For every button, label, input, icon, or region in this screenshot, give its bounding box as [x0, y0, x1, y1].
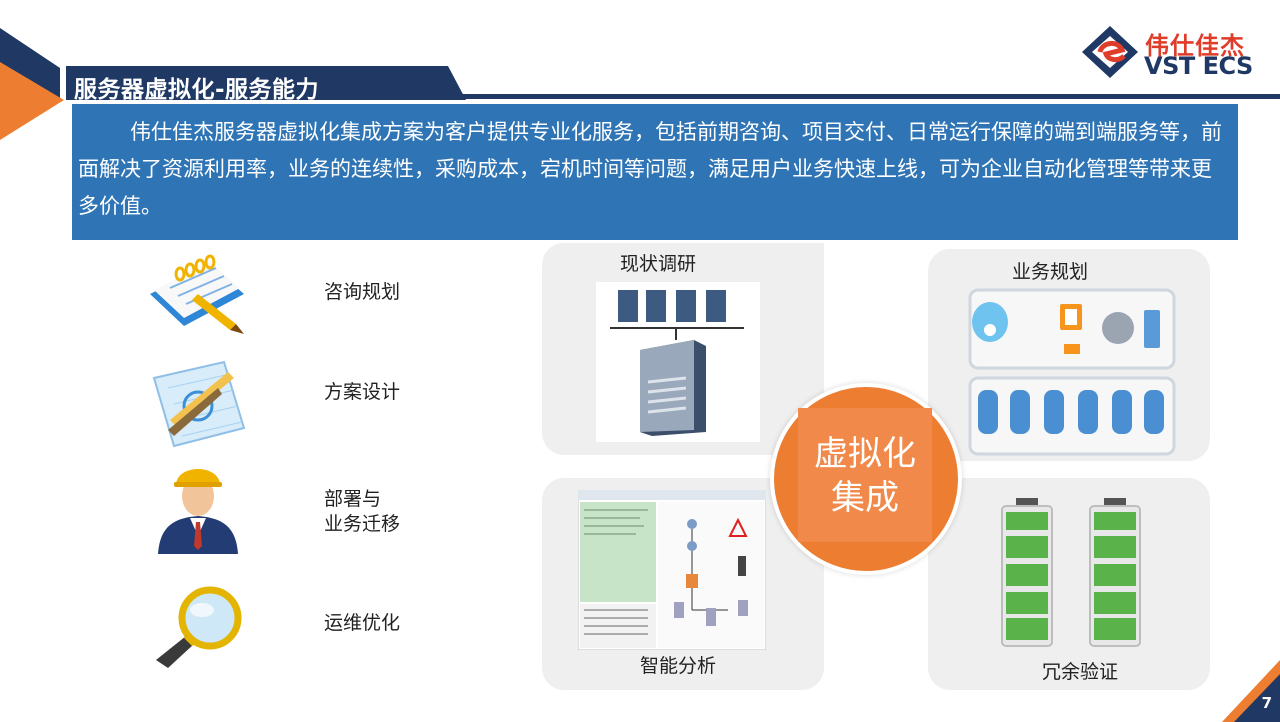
- page-title: 服务器虚拟化-服务能力: [74, 77, 320, 103]
- engineer-icon: [158, 469, 238, 554]
- intro-paragraph: 伟仕佳杰服务器虚拟化集成方案为客户提供专业化服务，包括前期咨询、项目交付、日常运…: [72, 104, 1238, 240]
- left-item-label-1: 咨询规划: [324, 281, 401, 303]
- panel-label-current-research: 现状调研: [620, 253, 697, 275]
- magnifier-icon: [156, 586, 242, 668]
- panel-label-business-planning: 业务规划: [1012, 261, 1089, 283]
- analysis-software-screenshot: [578, 490, 766, 650]
- panel-label-redundancy-verification: 冗余验证: [1042, 661, 1119, 683]
- center-label-line2: 集成: [831, 478, 899, 518]
- cloud-storage-diagram: [968, 288, 1176, 456]
- left-item-label-3: 部署与 业务迁移: [324, 488, 401, 535]
- page-corner: [1222, 660, 1280, 722]
- left-item-label-4: 运维优化: [324, 612, 401, 634]
- blueprint-ruler-icon: [152, 360, 246, 448]
- battery-icon: [1001, 498, 1141, 647]
- logo-en: VST ECS: [1144, 52, 1253, 80]
- center-label: 虚拟化 集成: [790, 432, 940, 520]
- server-rack-diagram: [596, 282, 760, 442]
- panel-label-intelligent-analysis: 智能分析: [640, 655, 717, 677]
- left-item-label-2: 方案设计: [324, 381, 401, 403]
- page-number: 7: [1261, 694, 1272, 712]
- center-label-line1: 虚拟化: [814, 434, 916, 474]
- notebook-pen-icon: [150, 254, 244, 334]
- header-line: [446, 94, 1280, 99]
- vstecs-logo-icon: [1082, 26, 1138, 78]
